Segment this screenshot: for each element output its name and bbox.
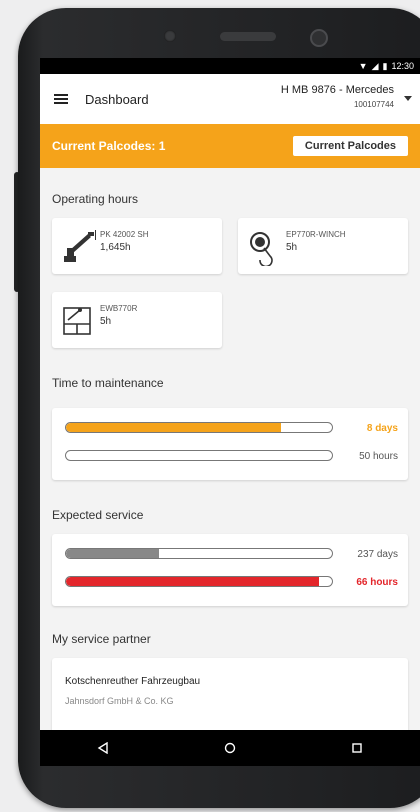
card-code: EWB770R [100, 304, 138, 313]
menu-icon[interactable] [54, 94, 68, 104]
proximity-sensor [310, 29, 328, 47]
progress-label: 66 hours [356, 577, 398, 588]
app-screen: ▼ ◢ ▮ 12:30 Dashboard H MB 9876 - Merced… [40, 58, 420, 766]
progress-fill [66, 423, 282, 432]
vehicle-selector[interactable]: H MB 9876 - Mercedes 100107744 [281, 84, 394, 109]
signal-icon: ◢ [371, 60, 379, 71]
recent-apps-icon[interactable] [347, 738, 367, 758]
progress-bar [65, 548, 333, 559]
progress-bar [65, 422, 333, 433]
progress-label: 50 hours [359, 451, 398, 462]
partner-company: Jahnsdorf GmbH & Co. KG [65, 696, 174, 706]
maintenance-card: 8 days 50 hours [52, 408, 408, 480]
operating-hours-card[interactable]: PK 42002 SH 1,645h [52, 218, 222, 274]
operating-hours-title: Operating hours [52, 192, 139, 206]
progress-bar [65, 450, 333, 461]
page-title: Dashboard [85, 91, 149, 107]
vehicle-number: 100107744 [353, 100, 394, 109]
progress-label: 8 days [366, 423, 398, 434]
palcodes-count: Current Palcodes: 1 [52, 139, 166, 153]
android-nav-bar [40, 730, 420, 766]
crane-arm-icon [64, 230, 96, 262]
back-icon[interactable] [93, 738, 113, 758]
expected-service-title: Expected service [52, 508, 144, 522]
maintenance-title: Time to maintenance [52, 376, 164, 390]
card-hours: 5h [286, 242, 298, 253]
progress-fill [66, 577, 319, 586]
wifi-icon: ▼ [358, 61, 368, 71]
partner-name: Kotschenreuther Fahrzeugbau [65, 676, 201, 687]
phone-bottom-bezel [40, 766, 420, 806]
card-hours: 1,645h [100, 242, 131, 253]
card-code: PK 42002 SH [100, 230, 149, 239]
front-camera [164, 30, 176, 42]
chevron-down-icon[interactable] [404, 96, 412, 101]
service-partner-title: My service partner [52, 632, 151, 646]
battery-icon: ▮ [382, 60, 388, 71]
status-time: 12:30 [391, 61, 414, 71]
current-palcodes-button[interactable]: Current Palcodes [292, 136, 408, 156]
palcodes-banner: Current Palcodes: 1 Current Palcodes [40, 124, 420, 168]
earpiece-speaker [220, 32, 276, 41]
body-frame-icon [63, 307, 91, 335]
expected-service-card: 237 days 66 hours [52, 534, 408, 606]
progress-bar [65, 576, 333, 587]
operating-hours-cards: PK 42002 SH 1,645h EP770R-WINCH 5h EWB77… [40, 218, 420, 388]
home-icon[interactable] [220, 738, 240, 758]
progress-fill [66, 549, 160, 558]
phone-top-bezel [18, 8, 420, 58]
app-bar: Dashboard H MB 9876 - Mercedes 100107744 [40, 74, 420, 124]
winch-hook-icon [250, 232, 273, 266]
progress-label: 237 days [357, 549, 398, 560]
vehicle-name: H MB 9876 - Mercedes [280, 84, 394, 96]
card-code: EP770R-WINCH [286, 230, 346, 239]
card-hours: 5h [100, 316, 112, 327]
operating-hours-card[interactable]: EP770R-WINCH 5h [238, 218, 408, 274]
operating-hours-card[interactable]: EWB770R 5h [52, 292, 222, 348]
status-bar: ▼ ◢ ▮ 12:30 [40, 58, 420, 74]
